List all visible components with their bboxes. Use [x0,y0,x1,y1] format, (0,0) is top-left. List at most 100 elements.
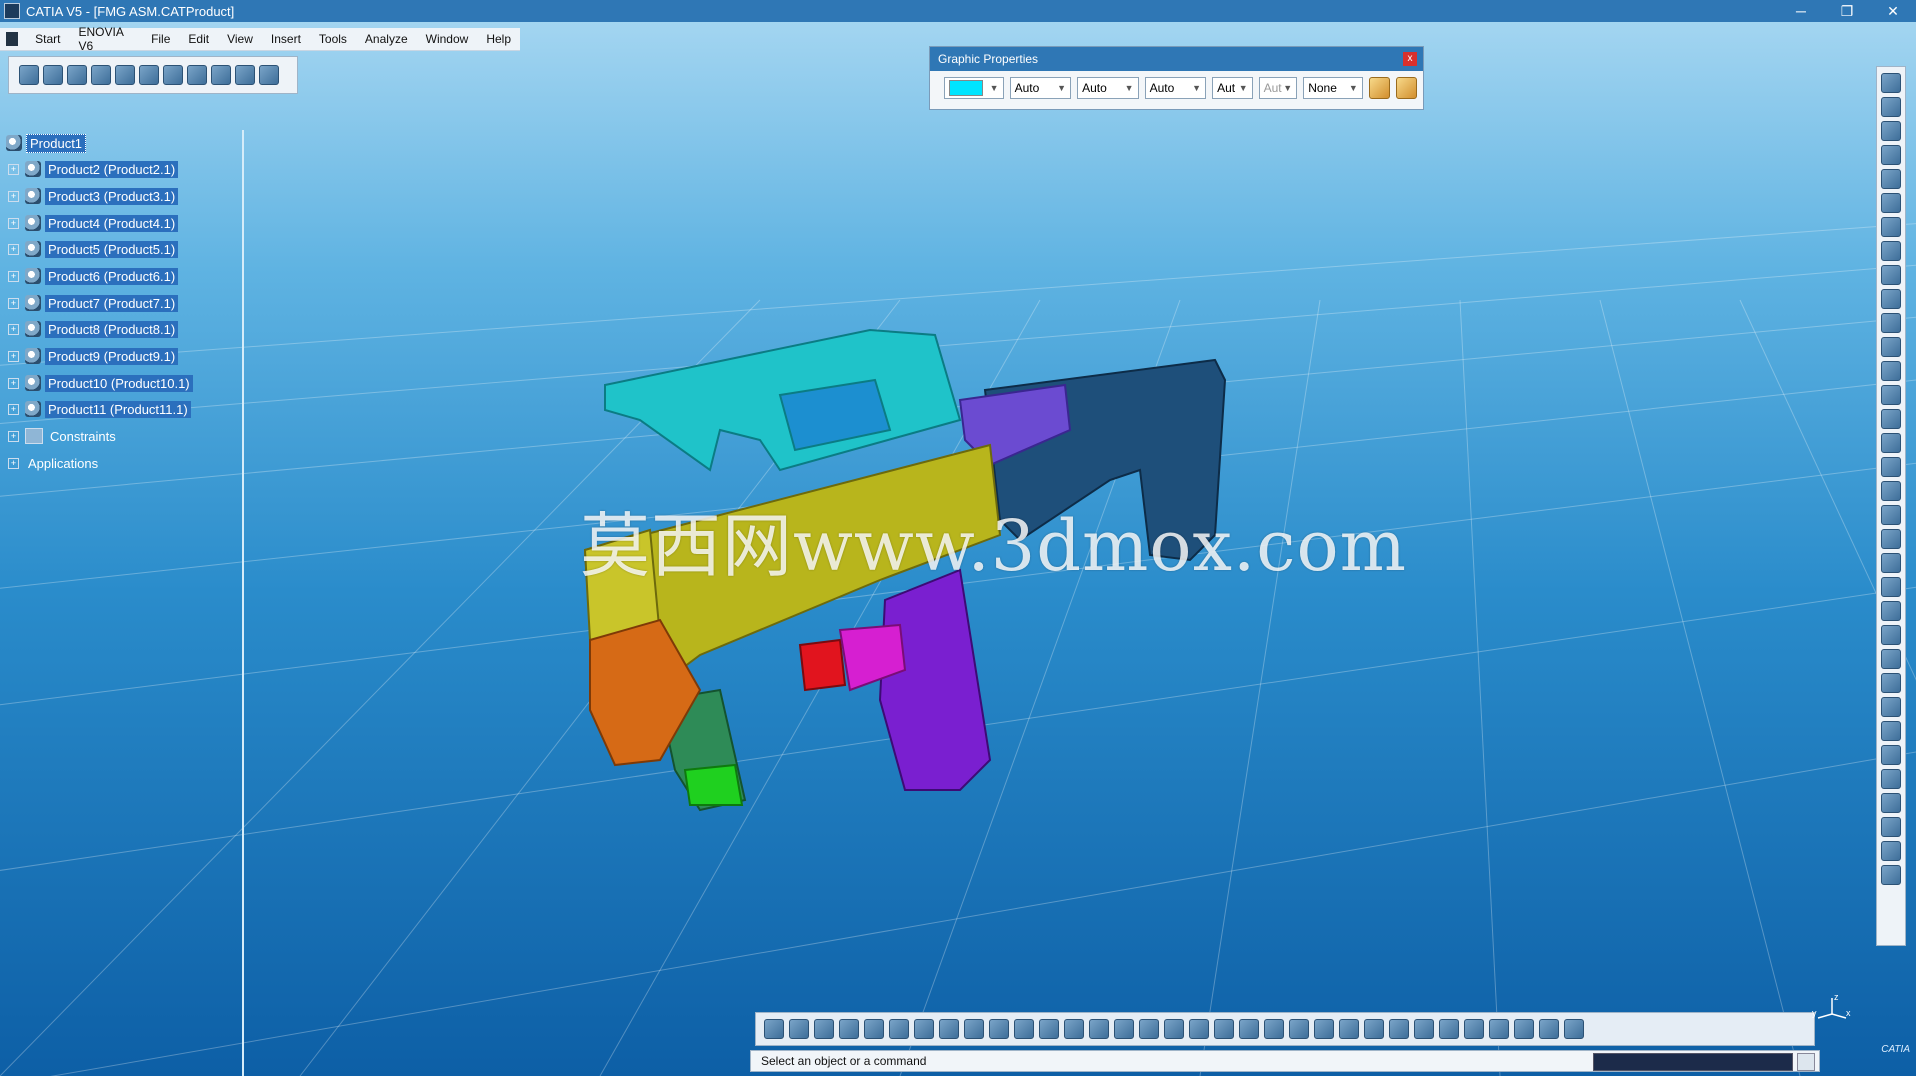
stamp-icon[interactable] [115,65,135,85]
fill-color-combo[interactable]: ▼ [944,77,1004,99]
layer-combo[interactable]: None ▼ [1303,77,1363,99]
annotation-icon[interactable] [1514,1019,1534,1039]
multi-instantiation-icon[interactable] [1881,337,1901,357]
tree-item-label[interactable]: Product5 (Product5.1) [45,240,179,258]
offset-constraint-icon[interactable] [1881,529,1901,549]
scene-icon[interactable] [889,1019,909,1039]
tree-item-label[interactable]: Product3 (Product3.1) [45,187,179,205]
command-search-icon[interactable] [1797,1053,1815,1071]
shading-icon[interactable] [1189,1019,1209,1039]
expand-icon[interactable]: + [8,430,19,442]
fix-together-icon[interactable] [1881,601,1901,621]
point-icon[interactable] [139,65,159,85]
zoom-in-icon[interactable] [1064,1019,1084,1039]
knowledge-icon[interactable] [839,1019,859,1039]
rotate-icon[interactable] [1039,1019,1059,1039]
point-symbol-combo[interactable]: Aut ▼ [1212,77,1253,99]
new-product-icon[interactable] [1881,169,1901,189]
tree-item[interactable]: + Product8 (Product8.1) [8,318,179,340]
tree-item[interactable]: + Product6 (Product6.1) [8,265,179,287]
new-component-icon[interactable] [1881,145,1901,165]
measure-icon[interactable] [939,1019,959,1039]
properties-icon[interactable] [1395,77,1417,99]
hide-show-icon[interactable] [1214,1019,1234,1039]
tree-root[interactable]: Product1 [6,132,87,154]
replace-component-icon[interactable] [1881,217,1901,237]
tree-item-label[interactable]: Product11 (Product11.1) [45,400,191,418]
constraints-label[interactable]: Constraints [47,428,119,445]
tree-item[interactable]: + Product10 (Product10.1) [8,372,193,394]
pen-icon[interactable] [91,65,111,85]
grip-green[interactable] [683,763,744,806]
iso-view-icon[interactable] [1164,1019,1184,1039]
expand-icon[interactable]: + [8,297,19,309]
snap-icon[interactable] [1881,409,1901,429]
tree-item-label[interactable]: Product4 (Product4.1) [45,214,179,232]
menu-analyze[interactable]: Analyze [356,32,417,46]
tree-item-label[interactable]: Product10 (Product10.1) [45,374,193,392]
applications-label[interactable]: Applications [25,455,101,472]
expand-icon[interactable]: + [8,163,19,175]
explode-icon[interactable] [1881,433,1901,453]
flexible-rigid-icon[interactable] [1881,649,1901,669]
menu-help[interactable]: Help [477,32,520,46]
tree-item-constraints[interactable]: + Constraints [8,425,119,447]
capture-icon[interactable] [1264,1019,1284,1039]
hole-icon[interactable] [1881,745,1901,765]
tree-item-label[interactable]: Product8 (Product8.1) [45,320,179,338]
swap-icon[interactable] [789,1019,809,1039]
menu-file[interactable]: File [142,32,179,46]
painter-icon[interactable] [1368,77,1390,99]
distance-icon[interactable] [1389,1019,1409,1039]
command-input[interactable] [1593,1053,1793,1071]
menu-start[interactable]: Start [26,32,69,46]
scenes-icon[interactable] [1464,1019,1484,1039]
tree-item[interactable]: + Product9 (Product9.1) [8,345,179,367]
undo-icon[interactable] [67,65,87,85]
change-constraint-icon[interactable] [1881,673,1901,693]
catalog-icon[interactable] [914,1019,934,1039]
expand-icon[interactable]: + [8,377,19,389]
menu-window[interactable]: Window [417,32,478,46]
tree-item-label[interactable]: Product7 (Product7.1) [45,294,179,312]
transparency-combo[interactable]: Auto ▼ [1009,77,1072,99]
line-thickness-combo[interactable]: Auto ▼ [1077,77,1139,99]
constraint-icon[interactable] [1314,1019,1334,1039]
tree-item[interactable]: + Product3 (Product3.1) [8,185,179,207]
catia-app-icon[interactable] [4,3,20,19]
multi-view-icon[interactable] [1139,1019,1159,1039]
graphic-properties-close-button[interactable]: x [1403,52,1417,66]
tree-item[interactable]: + Product4 (Product4.1) [8,212,179,234]
tree-item-label[interactable]: Product6 (Product6.1) [45,267,179,285]
expand-icon[interactable]: + [8,243,19,255]
quick-constraint-icon[interactable] [1881,625,1901,645]
redo-icon[interactable] [163,65,183,85]
swap-visible-space-icon[interactable] [1239,1019,1259,1039]
fast-instantiation-icon[interactable] [1881,361,1901,381]
assembly-icon[interactable] [1289,1019,1309,1039]
zoom-out-icon[interactable] [1089,1019,1109,1039]
split-icon[interactable] [1881,721,1901,741]
add-icon[interactable] [1881,793,1901,813]
expand-icon[interactable]: + [8,403,19,415]
publish-icon[interactable] [1439,1019,1459,1039]
formula-icon[interactable] [814,1019,834,1039]
tree-item-applications[interactable]: + Applications [8,452,101,474]
tree-root-label[interactable]: Product1 [26,133,87,153]
tree-item-label[interactable]: Product2 (Product2.1) [45,160,179,178]
generate-numbering-icon[interactable] [1881,265,1901,285]
clash-icon[interactable] [1339,1019,1359,1039]
document-icon[interactable] [6,32,19,46]
menu-insert[interactable]: Insert [262,32,310,46]
tree-item[interactable]: + Product5 (Product5.1) [8,238,179,260]
fit-all-icon[interactable] [989,1019,1009,1039]
menu-enovia[interactable]: ENOVIA V6 [70,25,143,53]
render-icon[interactable] [1539,1019,1559,1039]
minimize-button[interactable]: ─ [1778,0,1824,22]
graphic-properties-header[interactable]: Graphic Properties x [930,47,1423,71]
tree-item[interactable]: + Product11 (Product11.1) [8,398,191,420]
grid-icon[interactable] [1564,1019,1584,1039]
manipulation-icon[interactable] [1881,385,1901,405]
bom-icon[interactable] [1414,1019,1434,1039]
workbench-icon[interactable] [1881,73,1901,93]
